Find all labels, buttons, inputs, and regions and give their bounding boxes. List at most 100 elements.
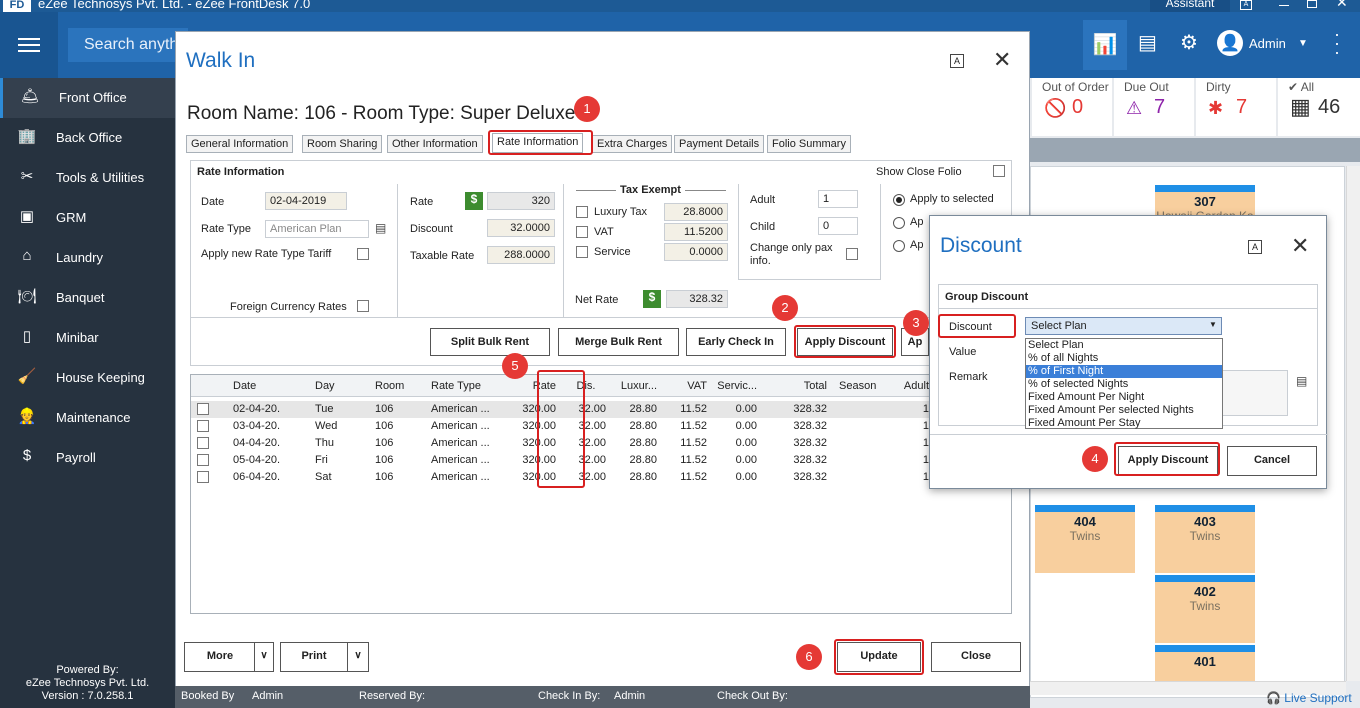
grid-column-header[interactable]: Luxur... <box>619 380 657 392</box>
row-checkbox[interactable] <box>197 471 209 483</box>
row-checkbox[interactable] <box>197 403 209 415</box>
sidebar-item-front-office[interactable]: 🛎 Front Office <box>0 78 175 118</box>
stat-all[interactable]: ✔ All ▦ 46 <box>1278 78 1360 136</box>
vat-field[interactable]: 11.5200 <box>664 223 728 241</box>
minimize-icon[interactable] <box>1279 5 1289 6</box>
option-fixed-per-stay[interactable]: Fixed Amount Per Stay <box>1026 417 1222 430</box>
grid-column-header[interactable]: Date <box>233 380 281 392</box>
close-icon[interactable]: ✕ <box>1336 0 1348 11</box>
split-bulk-rent-button[interactable]: Split Bulk Rent <box>430 328 550 356</box>
option-percent-selected-nights[interactable]: % of selected Nights <box>1026 378 1222 391</box>
adult-stepper[interactable]: 1 <box>818 190 858 208</box>
sidebar-item-grm[interactable]: ▣ GRM <box>0 198 175 238</box>
table-row[interactable]: 02-04-20... Tue 106 American ... 320.00 32.00… <box>191 401 1011 418</box>
room-card-402[interactable]: 402 Twins <box>1155 575 1255 643</box>
chevron-down-icon[interactable]: ▼ <box>1209 320 1217 329</box>
live-support-link[interactable]: 🎧 Live Support <box>1266 691 1352 705</box>
translate-icon[interactable]: A <box>950 54 964 68</box>
grid-column-header[interactable]: Day <box>315 380 355 392</box>
net-rate-field[interactable]: 328.32 <box>666 290 728 308</box>
option-percent-first-night[interactable]: % of First Night <box>1026 365 1222 378</box>
chevron-down-icon[interactable]: ▼ <box>1298 38 1308 49</box>
remark-lookup-icon[interactable]: ▤ <box>1296 374 1307 388</box>
avatar[interactable]: 👤 <box>1217 30 1243 56</box>
dialog-cancel-button[interactable]: Cancel <box>1227 446 1317 476</box>
room-card-401[interactable]: 401 <box>1155 645 1255 681</box>
scrollbar[interactable] <box>1346 166 1360 681</box>
early-check-in-button[interactable]: Early Check In <box>686 328 786 356</box>
discount-field[interactable]: 32.0000 <box>487 219 555 237</box>
table-row[interactable]: 04-04-20... Thu 106 American ... 320.00 32.00… <box>191 435 1011 452</box>
apply-radio-2[interactable] <box>893 217 905 229</box>
grid-column-header[interactable]: Season <box>839 380 889 392</box>
merge-bulk-rent-button[interactable]: Merge Bulk Rent <box>558 328 679 356</box>
translate-icon[interactable]: A <box>1248 240 1262 254</box>
child-stepper[interactable]: 0 <box>818 217 858 235</box>
tab-other-information[interactable]: Other Information <box>387 135 483 153</box>
translate-icon[interactable]: A <box>1240 0 1252 10</box>
apply-radio-3[interactable] <box>893 240 905 252</box>
luxury-tax-field[interactable]: 28.8000 <box>664 203 728 221</box>
grid-column-header[interactable]: Adult <box>889 380 929 392</box>
more-dropdown[interactable]: ∨ <box>254 642 274 672</box>
option-percent-all-nights[interactable]: % of all Nights <box>1026 352 1222 365</box>
sidebar-item-laundry[interactable]: ⌂ Laundry <box>0 238 175 278</box>
room-card-404[interactable]: 404 Twins <box>1035 505 1135 573</box>
row-checkbox[interactable] <box>197 454 209 466</box>
discount-plan-options[interactable]: Select Plan % of all Nights % of First N… <box>1025 338 1223 429</box>
service-field[interactable]: 0.0000 <box>664 243 728 261</box>
luxury-tax-checkbox[interactable] <box>576 206 588 218</box>
sidebar-item-maintenance[interactable]: 👷 Maintenance <box>0 398 175 438</box>
change-pax-checkbox[interactable] <box>846 248 858 260</box>
housekeeping-icon[interactable]: ⚙ <box>1180 30 1198 55</box>
close-icon[interactable]: ✕ <box>993 49 1011 71</box>
date-field[interactable]: 02-04-2019 <box>265 192 347 210</box>
grid-column-header[interactable]: VAT <box>665 380 707 392</box>
currency-icon[interactable]: $ <box>643 290 661 308</box>
print-dropdown[interactable]: ∨ <box>347 642 369 672</box>
stat-dirty[interactable]: Dirty ✱ 7 <box>1196 78 1276 136</box>
sidebar-item-payroll[interactable]: $ Payroll <box>0 438 175 478</box>
more-button[interactable]: More <box>184 642 256 672</box>
dashboard-icon[interactable]: 📊 <box>1083 20 1127 70</box>
assistant-button[interactable]: Assistant <box>1150 0 1230 12</box>
more-options-icon[interactable]: · · · <box>1334 25 1340 61</box>
sidebar-item-minibar[interactable]: ▯ Minibar <box>0 318 175 358</box>
search-input[interactable]: Search anyth <box>68 28 188 62</box>
tab-folio-summary[interactable]: Folio Summary <box>767 135 851 153</box>
remark-field[interactable] <box>1222 370 1288 416</box>
grid-column-header[interactable]: Servic... <box>713 380 757 392</box>
option-fixed-per-night[interactable]: Fixed Amount Per Night <box>1026 391 1222 404</box>
show-close-folio-checkbox[interactable] <box>993 165 1005 177</box>
stat-out-of-order[interactable]: Out of Order 🚫 0 <box>1032 78 1112 136</box>
sidebar-item-tools[interactable]: ✂ Tools & Utilities <box>0 158 175 198</box>
user-name[interactable]: Admin <box>1249 36 1286 51</box>
stat-due-out[interactable]: Due Out ⚠ 7 <box>1114 78 1194 136</box>
close-icon[interactable]: ✕ <box>1291 235 1309 257</box>
tab-payment-details[interactable]: Payment Details <box>674 135 765 153</box>
apply-new-tariff-checkbox[interactable] <box>357 248 369 260</box>
sidebar-item-banquet[interactable]: 🍽 Banquet <box>0 278 175 318</box>
rate-type-select[interactable]: American Plan <box>265 220 369 238</box>
table-row[interactable]: 06-04-20... Sat 106 American ... 320.00 32.00… <box>191 469 1011 486</box>
vat-checkbox[interactable] <box>576 226 588 238</box>
sidebar-item-back-office[interactable]: 🏢 Back Office <box>0 118 175 158</box>
rate-field[interactable]: 320 <box>487 192 555 210</box>
maximize-icon[interactable] <box>1307 0 1317 8</box>
table-row[interactable]: 03-04-20... Wed 106 American ... 320.00 32.00… <box>191 418 1011 435</box>
grid-column-header[interactable]: Rate Type <box>431 380 493 392</box>
apply-selected-radio[interactable] <box>893 194 905 206</box>
discount-plan-select[interactable]: Select Plan <box>1025 317 1222 335</box>
sidebar-item-housekeeping[interactable]: 🧹 House Keeping <box>0 358 175 398</box>
tab-general-information[interactable]: General Information <box>186 135 294 153</box>
tab-extra-charges[interactable]: Extra Charges <box>592 135 673 153</box>
room-card-307[interactable]: 307 Hawaii Garden Ka <box>1155 185 1255 215</box>
calendar-search-icon[interactable]: ▤ <box>375 221 386 235</box>
service-checkbox[interactable] <box>576 246 588 258</box>
room-card-403[interactable]: 403 Twins <box>1155 505 1255 573</box>
grid-column-header[interactable]: Room <box>375 380 415 392</box>
print-button[interactable]: Print <box>280 642 348 672</box>
currency-icon[interactable]: $ <box>465 192 483 210</box>
row-checkbox[interactable] <box>197 437 209 449</box>
table-row[interactable]: 05-04-20... Fri 106 American ... 320.00 32.00… <box>191 452 1011 469</box>
